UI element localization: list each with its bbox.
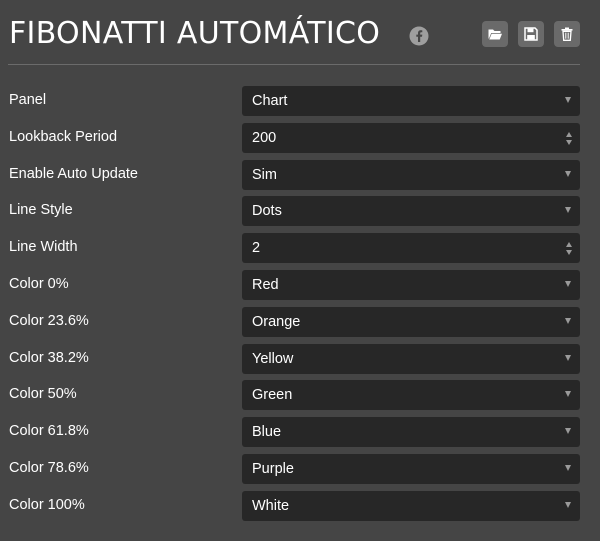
spin-up-icon[interactable]: [566, 242, 572, 248]
setting-label: Color 78.6%: [9, 460, 89, 476]
folder-open-icon: [488, 29, 502, 40]
setting-value: Red: [252, 277, 279, 293]
setting-label: Color 38.2%: [9, 349, 89, 366]
spin-down-icon[interactable]: [566, 139, 572, 145]
chevron-down-icon: [565, 501, 571, 508]
setting-row-panel: Panel Chart: [0, 82, 600, 119]
setting-label: Color 0%: [9, 276, 69, 292]
setting-value: Purple: [252, 461, 294, 477]
chevron-down-icon: [565, 465, 571, 471]
color-38-2-select[interactable]: Yellow: [242, 343, 580, 374]
color-100-select[interactable]: White: [242, 490, 580, 521]
setting-row-color-100: Color 100% White: [0, 487, 600, 524]
save-icon: [524, 27, 538, 41]
color-23-6-select[interactable]: Orange: [242, 306, 580, 337]
setting-label: Color 61.8%: [9, 423, 89, 440]
setting-row-line-width: Line Width 2: [0, 229, 600, 266]
setting-value: Dots: [252, 203, 282, 220]
chevron-down-icon: [565, 391, 571, 398]
setting-row-enable-auto-update: Enable Auto Update Sim: [0, 156, 600, 193]
setting-label: Color 50%: [9, 386, 77, 403]
setting-value: Green: [252, 387, 293, 404]
open-button[interactable]: [482, 21, 508, 47]
save-button[interactable]: [518, 21, 544, 47]
chevron-down-icon: [565, 207, 571, 214]
setting-value: Blue: [252, 424, 282, 441]
spin-down-icon[interactable]: [566, 250, 572, 256]
setting-value: 2: [252, 240, 261, 257]
chevron-down-icon: [565, 428, 571, 435]
color-78-6-select[interactable]: Purple: [242, 454, 580, 484]
delete-button[interactable]: [554, 21, 580, 47]
line-width-number-input[interactable]: 2: [242, 233, 580, 264]
setting-value: White: [252, 497, 290, 514]
setting-row-lookback-period: Lookback Period 200: [0, 119, 600, 156]
color-61-8-select[interactable]: Blue: [242, 417, 580, 448]
chevron-down-icon: [565, 281, 571, 287]
color-50-select[interactable]: Green: [242, 380, 580, 411]
chevron-down-icon: [565, 317, 571, 324]
setting-label: Color 100%: [9, 496, 85, 513]
setting-label: Line Style: [9, 202, 73, 219]
line-style-select[interactable]: Dots: [242, 196, 580, 227]
setting-value: Chart: [252, 93, 288, 109]
setting-value: Yellow: [252, 350, 294, 367]
setting-label: Lookback Period: [9, 128, 118, 145]
facebook-icon[interactable]: [409, 26, 429, 46]
chevron-down-icon: [565, 97, 571, 103]
color-0-select[interactable]: Red: [242, 270, 580, 300]
setting-row-color-0: Color 0% Red: [0, 266, 600, 303]
setting-row-color-61-8: Color 61.8% Blue: [0, 413, 600, 450]
setting-row-color-50: Color 50% Green: [0, 376, 600, 413]
chevron-down-icon: [565, 354, 571, 361]
setting-value: Sim: [252, 166, 277, 183]
setting-label: Color 23.6%: [9, 312, 89, 329]
enable-auto-update-select[interactable]: Sim: [242, 159, 580, 190]
setting-row-color-23-6: Color 23.6% Orange: [0, 303, 600, 340]
panel-select[interactable]: Chart: [242, 86, 580, 116]
setting-row-color-38-2: Color 38.2% Yellow: [0, 340, 600, 377]
header-divider: [8, 64, 580, 65]
spin-up-icon[interactable]: [566, 131, 572, 137]
lookback-period-number-input[interactable]: 200: [242, 122, 580, 153]
setting-label: Panel: [9, 92, 47, 108]
setting-value: 200: [252, 129, 277, 146]
trash-icon: [561, 27, 573, 41]
setting-row-line-style: Line Style Dots: [0, 192, 600, 229]
setting-label: Enable Auto Update: [9, 165, 138, 182]
header: FIBONATTI AUTOMÁTICO: [0, 0, 600, 66]
setting-label: Line Width: [9, 239, 78, 256]
page-title: FIBONATTI AUTOMÁTICO: [9, 16, 381, 51]
chevron-down-icon: [565, 170, 571, 177]
setting-value: Orange: [252, 313, 301, 330]
setting-row-color-78-6: Color 78.6% Purple: [0, 450, 600, 487]
